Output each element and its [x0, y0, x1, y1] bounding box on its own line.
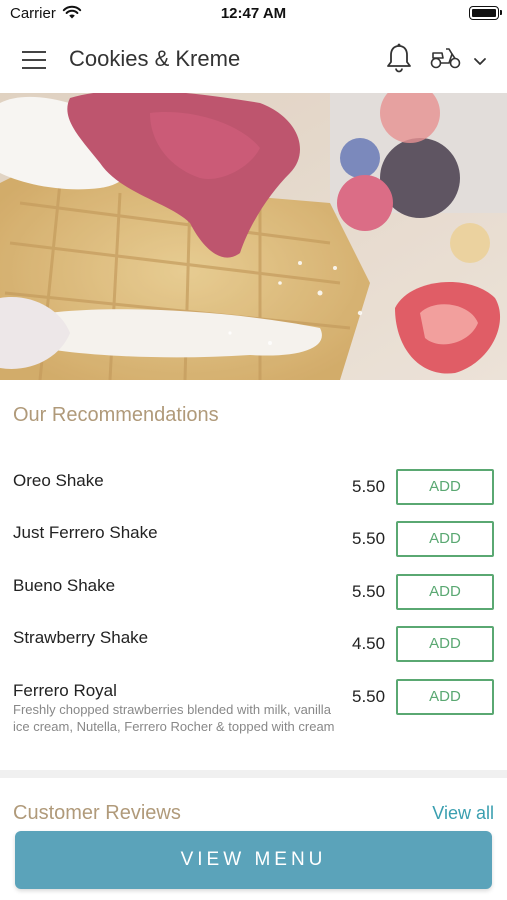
- battery-icon: [469, 6, 502, 20]
- add-button[interactable]: ADD: [396, 626, 494, 662]
- add-button[interactable]: ADD: [396, 574, 494, 610]
- view-all-reviews-link[interactable]: View all: [432, 803, 494, 824]
- item-price: 5.50: [352, 529, 386, 548]
- item-name: Bueno Shake: [13, 576, 116, 595]
- item-price: 5.50: [352, 582, 386, 601]
- chevron-down-icon[interactable]: [473, 54, 487, 72]
- item-name: Ferrero Royal: [13, 681, 117, 700]
- item-description: Freshly chopped strawberries blended wit…: [13, 702, 335, 734]
- section-divider: [0, 770, 507, 778]
- clock: 12:47 AM: [220, 5, 287, 22]
- status-bar: Carrier 12:47 AM: [0, 0, 507, 28]
- item-name: Just Ferrero Shake: [13, 523, 158, 542]
- hero-image: [0, 93, 507, 380]
- scooter-icon[interactable]: [430, 46, 462, 75]
- bell-icon[interactable]: [385, 42, 413, 79]
- recommendations-heading: Our Recommendations: [13, 404, 219, 426]
- view-menu-button[interactable]: VIEW MENU: [15, 831, 492, 889]
- add-button[interactable]: ADD: [396, 679, 494, 715]
- page-title: Cookies & Kreme: [69, 46, 241, 71]
- add-button[interactable]: ADD: [396, 469, 494, 505]
- item-name: Strawberry Shake: [13, 628, 149, 647]
- item-price: 5.50: [352, 477, 386, 496]
- reviews-heading: Customer Reviews: [13, 802, 181, 824]
- add-button[interactable]: ADD: [396, 521, 494, 557]
- app-header: Cookies & Kreme: [0, 28, 507, 93]
- hamburger-menu-icon[interactable]: [22, 48, 48, 72]
- item-price: 4.50: [352, 634, 386, 653]
- item-name: Oreo Shake: [13, 471, 104, 490]
- item-price: 5.50: [352, 687, 386, 706]
